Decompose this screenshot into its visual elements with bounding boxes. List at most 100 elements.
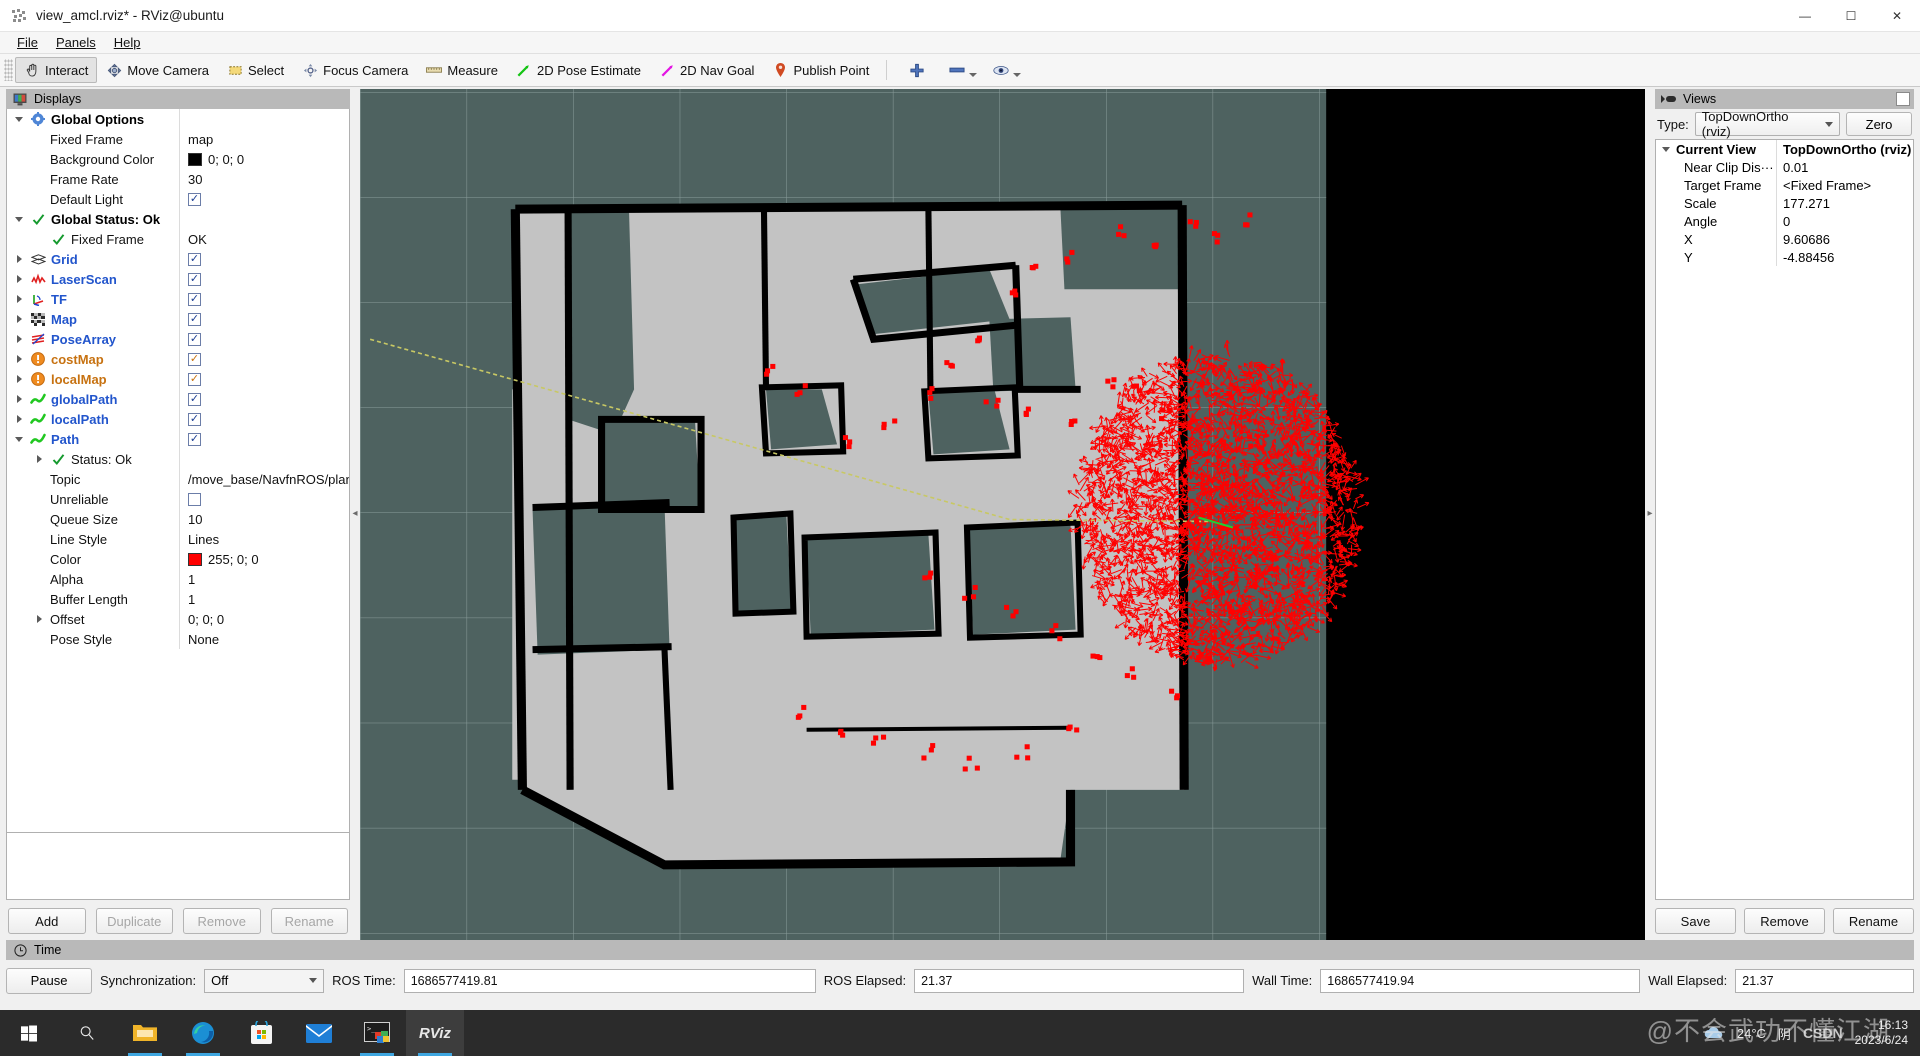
- display-row-value[interactable]: 30: [179, 169, 349, 189]
- display-row-topic[interactable]: Topic/move_base/NavfnROS/plan: [7, 469, 349, 489]
- microsoft-store-button[interactable]: [232, 1010, 290, 1056]
- chevron-right-icon[interactable]: [15, 354, 25, 364]
- chevron-down-icon[interactable]: [15, 214, 25, 224]
- checkbox-checked[interactable]: ✓: [188, 252, 201, 266]
- chevron-right-icon[interactable]: [15, 334, 25, 344]
- display-row-unreliable[interactable]: Unreliable: [7, 489, 349, 509]
- views-row-x[interactable]: X 9.60686: [1656, 230, 1913, 248]
- views-row-value[interactable]: 0.01: [1776, 158, 1913, 176]
- minus-dropdown-caret-icon[interactable]: [969, 73, 978, 77]
- views-row-value[interactable]: <Fixed Frame>: [1776, 176, 1913, 194]
- display-row-value[interactable]: ✓: [179, 389, 349, 409]
- tool-2d-pose-estimate-button[interactable]: 2D Pose Estimate: [507, 57, 650, 83]
- wall-time-input[interactable]: 1686577419.94: [1320, 968, 1641, 993]
- rviz-taskbar-button[interactable]: RViz: [406, 1010, 464, 1056]
- tool-publish-point-button[interactable]: Publish Point: [763, 57, 878, 83]
- display-row-value[interactable]: ✓: [179, 429, 349, 449]
- display-row-value[interactable]: ✓: [179, 289, 349, 309]
- display-row-value[interactable]: None: [179, 629, 349, 649]
- display-row-globalpath[interactable]: globalPath ✓: [7, 389, 349, 409]
- display-row-map[interactable]: Map ✓: [7, 309, 349, 329]
- tool-move-camera-button[interactable]: Move Camera: [97, 57, 218, 83]
- display-row-value[interactable]: ✓: [179, 369, 349, 389]
- display-row-localmap[interactable]: localMap ✓: [7, 369, 349, 389]
- display-row-offset[interactable]: Offset 0; 0; 0: [7, 609, 349, 629]
- mail-app-button[interactable]: [290, 1010, 348, 1056]
- display-row-queue-size[interactable]: Queue Size 10: [7, 509, 349, 529]
- remove-display-button[interactable]: Remove: [183, 908, 261, 934]
- checkbox-checked[interactable]: ✓: [188, 372, 201, 386]
- display-row-value[interactable]: ✓: [179, 249, 349, 269]
- rename-display-button[interactable]: Rename: [270, 908, 348, 934]
- display-row-buffer-length[interactable]: Buffer Length 1: [7, 589, 349, 609]
- views-row-angle[interactable]: Angle 0: [1656, 212, 1913, 230]
- render-view-3d[interactable]: [360, 89, 1645, 940]
- views-row-current-view[interactable]: Current View TopDownOrtho (rviz): [1656, 140, 1913, 158]
- display-row-pose-style[interactable]: Pose Style None: [7, 629, 349, 649]
- tool-2d-nav-goal-button[interactable]: 2D Nav Goal: [650, 57, 763, 83]
- checkbox-checked[interactable]: ✓: [188, 412, 201, 426]
- views-rename-button[interactable]: Rename: [1833, 908, 1914, 934]
- display-row-tf[interactable]: TF ✓: [7, 289, 349, 309]
- display-row-fixed-frame[interactable]: Fixed Frame OK: [7, 229, 349, 249]
- duplicate-display-button[interactable]: Duplicate: [95, 908, 173, 934]
- views-save-button[interactable]: Save: [1655, 908, 1736, 934]
- eye-icon[interactable]: [993, 62, 1009, 78]
- display-row-default-light[interactable]: Default Light ✓: [7, 189, 349, 209]
- views-row-value[interactable]: 177.271: [1776, 194, 1913, 212]
- display-row-value[interactable]: ✓: [179, 349, 349, 369]
- display-row-posearray[interactable]: PoseArray ✓: [7, 329, 349, 349]
- tool-measure-button[interactable]: Measure: [417, 57, 507, 83]
- display-row-value[interactable]: 0; 0; 0: [179, 609, 349, 629]
- add-display-button[interactable]: Add: [8, 908, 86, 934]
- display-row-value[interactable]: [179, 209, 349, 229]
- checkbox-checked[interactable]: ✓: [188, 192, 201, 206]
- checkbox-checked[interactable]: ✓: [188, 352, 201, 366]
- views-collapse-handle[interactable]: ▸: [1645, 87, 1655, 940]
- views-row-y[interactable]: Y -4.88456: [1656, 248, 1913, 266]
- toolbar-drag-handle[interactable]: [4, 59, 13, 81]
- wall-elapsed-input[interactable]: 21.37: [1735, 968, 1914, 993]
- display-row-value[interactable]: ✓: [179, 189, 349, 209]
- display-row-value[interactable]: /move_base/NavfnROS/plan: [179, 469, 349, 489]
- display-row-value[interactable]: [179, 109, 349, 129]
- display-row-value[interactable]: [179, 449, 349, 469]
- minimize-button[interactable]: —: [1782, 0, 1828, 32]
- chevron-down-icon[interactable]: [15, 114, 25, 124]
- chevron-right-icon[interactable]: [35, 614, 45, 624]
- display-row-value[interactable]: ✓: [179, 309, 349, 329]
- display-row-value[interactable]: 255; 0; 0: [179, 549, 349, 569]
- chevron-right-icon[interactable]: [15, 254, 25, 264]
- display-row-line-style[interactable]: Line Style Lines: [7, 529, 349, 549]
- views-tree[interactable]: Current View TopDownOrtho (rviz) Near Clip…: [1655, 139, 1914, 900]
- display-row-laserscan[interactable]: LaserScan ✓: [7, 269, 349, 289]
- eye-dropdown-caret-icon[interactable]: [1013, 73, 1022, 77]
- checkbox-unchecked[interactable]: [188, 492, 201, 506]
- display-row-costmap[interactable]: costMap ✓: [7, 349, 349, 369]
- display-row-value[interactable]: 1: [179, 589, 349, 609]
- search-button[interactable]: [58, 1010, 116, 1056]
- views-row-scale[interactable]: Scale 177.271: [1656, 194, 1913, 212]
- color-swatch[interactable]: [188, 152, 202, 166]
- views-float-button[interactable]: [1896, 92, 1910, 106]
- display-row-value[interactable]: [179, 489, 349, 509]
- synchronization-combo[interactable]: Off: [204, 968, 325, 993]
- display-row-value[interactable]: Lines: [179, 529, 349, 549]
- views-row-near-clip-dis[interactable]: Near Clip Dis··· 0.01: [1656, 158, 1913, 176]
- display-row-status-ok[interactable]: Status: Ok: [7, 449, 349, 469]
- color-swatch[interactable]: [188, 552, 202, 566]
- menu-item-help[interactable]: Help: [105, 33, 150, 52]
- display-row-value[interactable]: 10: [179, 509, 349, 529]
- display-row-alpha[interactable]: Alpha 1: [7, 569, 349, 589]
- display-row-path[interactable]: Path ✓: [7, 429, 349, 449]
- checkbox-checked[interactable]: ✓: [188, 272, 201, 286]
- menu-item-file[interactable]: File: [8, 33, 47, 52]
- menu-item-panels[interactable]: Panels: [47, 33, 105, 52]
- ros-elapsed-input[interactable]: 21.37: [914, 968, 1245, 993]
- chevron-right-icon[interactable]: [15, 414, 25, 424]
- display-row-global-status-ok[interactable]: Global Status: Ok: [7, 209, 349, 229]
- views-row-value[interactable]: -4.88456: [1776, 248, 1913, 266]
- chevron-right-icon[interactable]: [15, 294, 25, 304]
- display-row-value[interactable]: 1: [179, 569, 349, 589]
- checkbox-checked[interactable]: ✓: [188, 432, 201, 446]
